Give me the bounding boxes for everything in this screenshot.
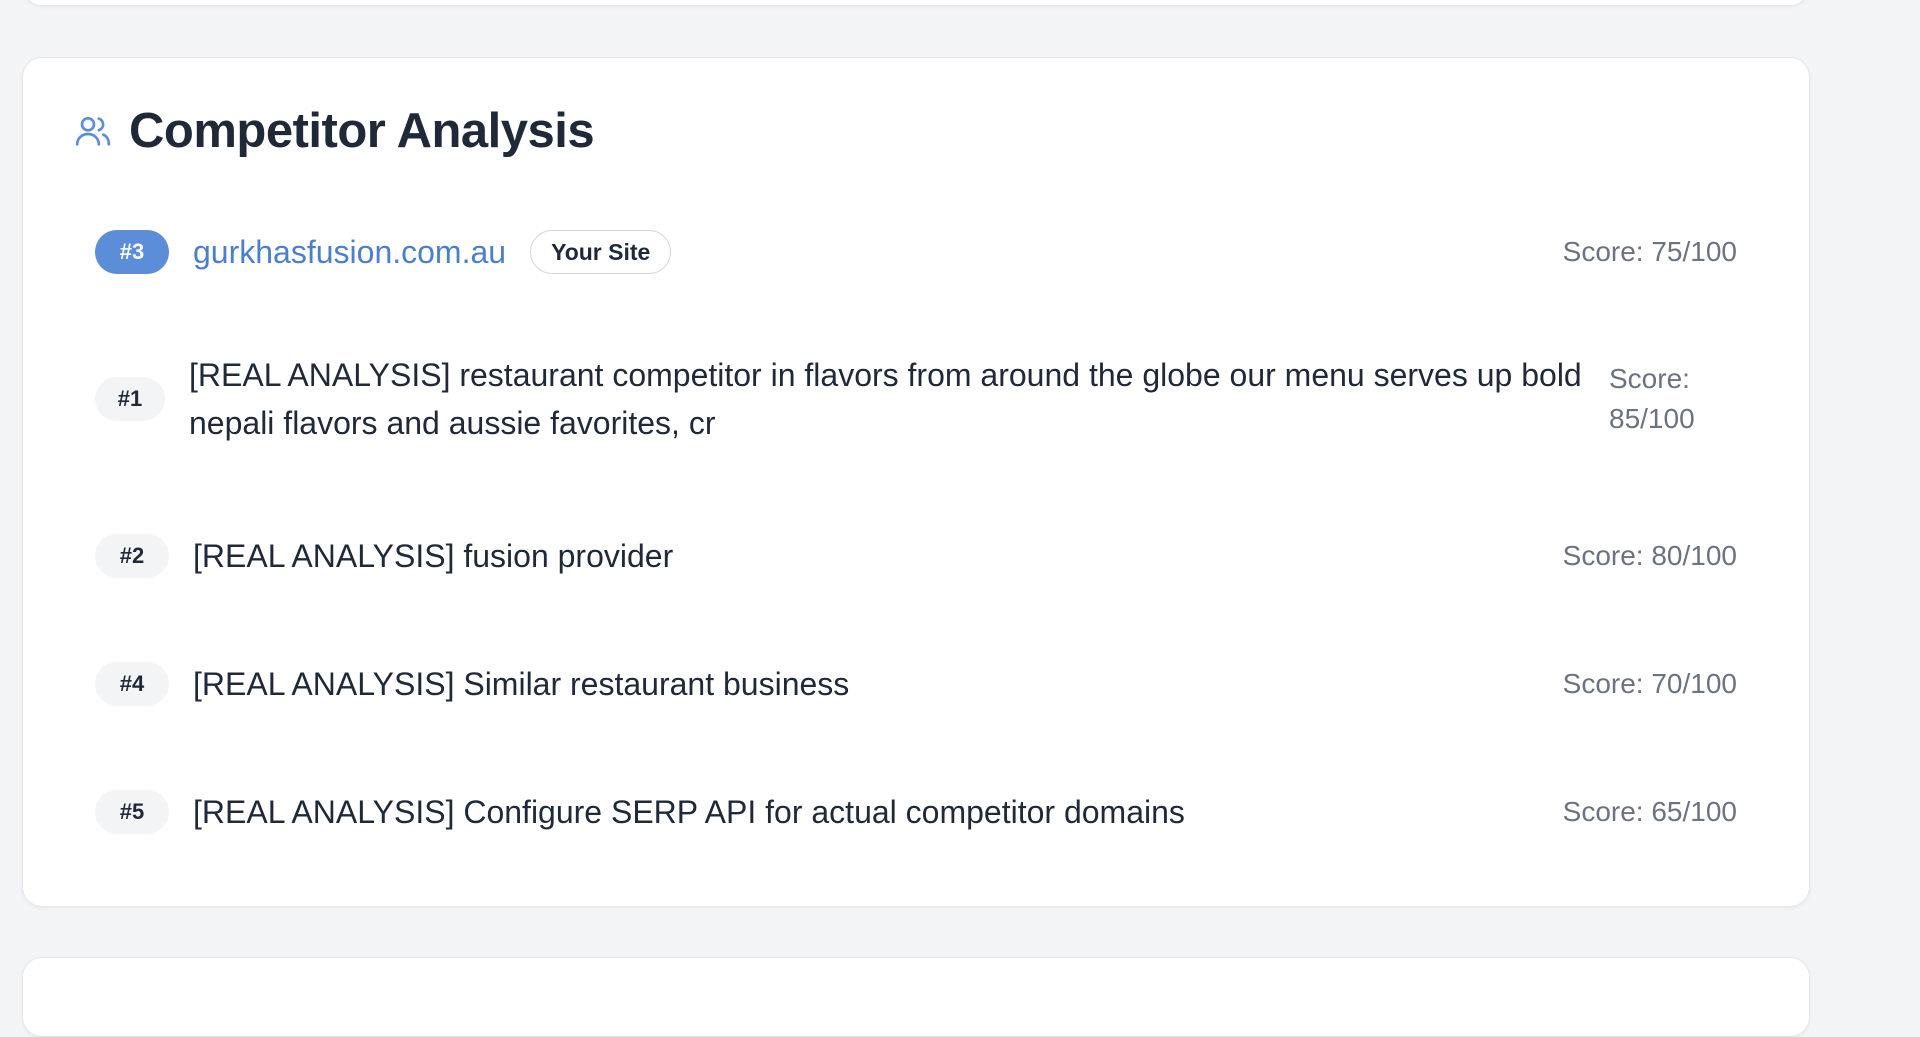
own-site-row[interactable]: #3 gurkhasfusion.com.au Your Site Score:…: [95, 228, 1737, 276]
rank-badge: #3: [95, 230, 169, 274]
competitor-analysis-card: Competitor Analysis #3 gurkhasfusion.com…: [22, 57, 1810, 907]
competitor-name: [REAL ANALYSIS] Similar restaurant busin…: [193, 666, 850, 702]
rank-badge: #5: [95, 790, 169, 834]
your-site-badge: Your Site: [530, 230, 672, 274]
section-header: Competitor Analysis: [73, 103, 595, 159]
competitor-name: [REAL ANALYSIS] Configure SERP API for a…: [193, 794, 1185, 830]
score-label: Score: 65/100: [1562, 796, 1737, 827]
previous-card: [22, 0, 1810, 6]
competitor-name: [REAL ANALYSIS] fusion provider: [193, 538, 674, 574]
competitor-row[interactable]: #2 [REAL ANALYSIS] fusion provider Score…: [95, 532, 1737, 580]
competitor-name: [REAL ANALYSIS] restaurant competitor in…: [189, 357, 1582, 441]
competitor-row[interactable]: #1 [REAL ANALYSIS] restaurant competitor…: [95, 351, 1737, 447]
score-label: Score: 85/100: [1609, 363, 1695, 434]
section-title: Competitor Analysis: [129, 104, 595, 158]
users-icon: [73, 111, 113, 151]
score-label: Score: 70/100: [1562, 668, 1737, 699]
next-card: [22, 957, 1810, 1037]
own-site-domain-link[interactable]: gurkhasfusion.com.au: [193, 228, 506, 276]
rank-badge: #4: [95, 662, 169, 706]
competitor-row[interactable]: #4 [REAL ANALYSIS] Similar restaurant bu…: [95, 660, 1737, 708]
score-label: Score: 80/100: [1562, 540, 1737, 571]
score-label: Score: 75/100: [1562, 236, 1737, 267]
competitor-row[interactable]: #5 [REAL ANALYSIS] Configure SERP API fo…: [95, 788, 1737, 836]
rank-badge: #2: [95, 534, 169, 578]
rank-badge: #1: [95, 377, 165, 421]
